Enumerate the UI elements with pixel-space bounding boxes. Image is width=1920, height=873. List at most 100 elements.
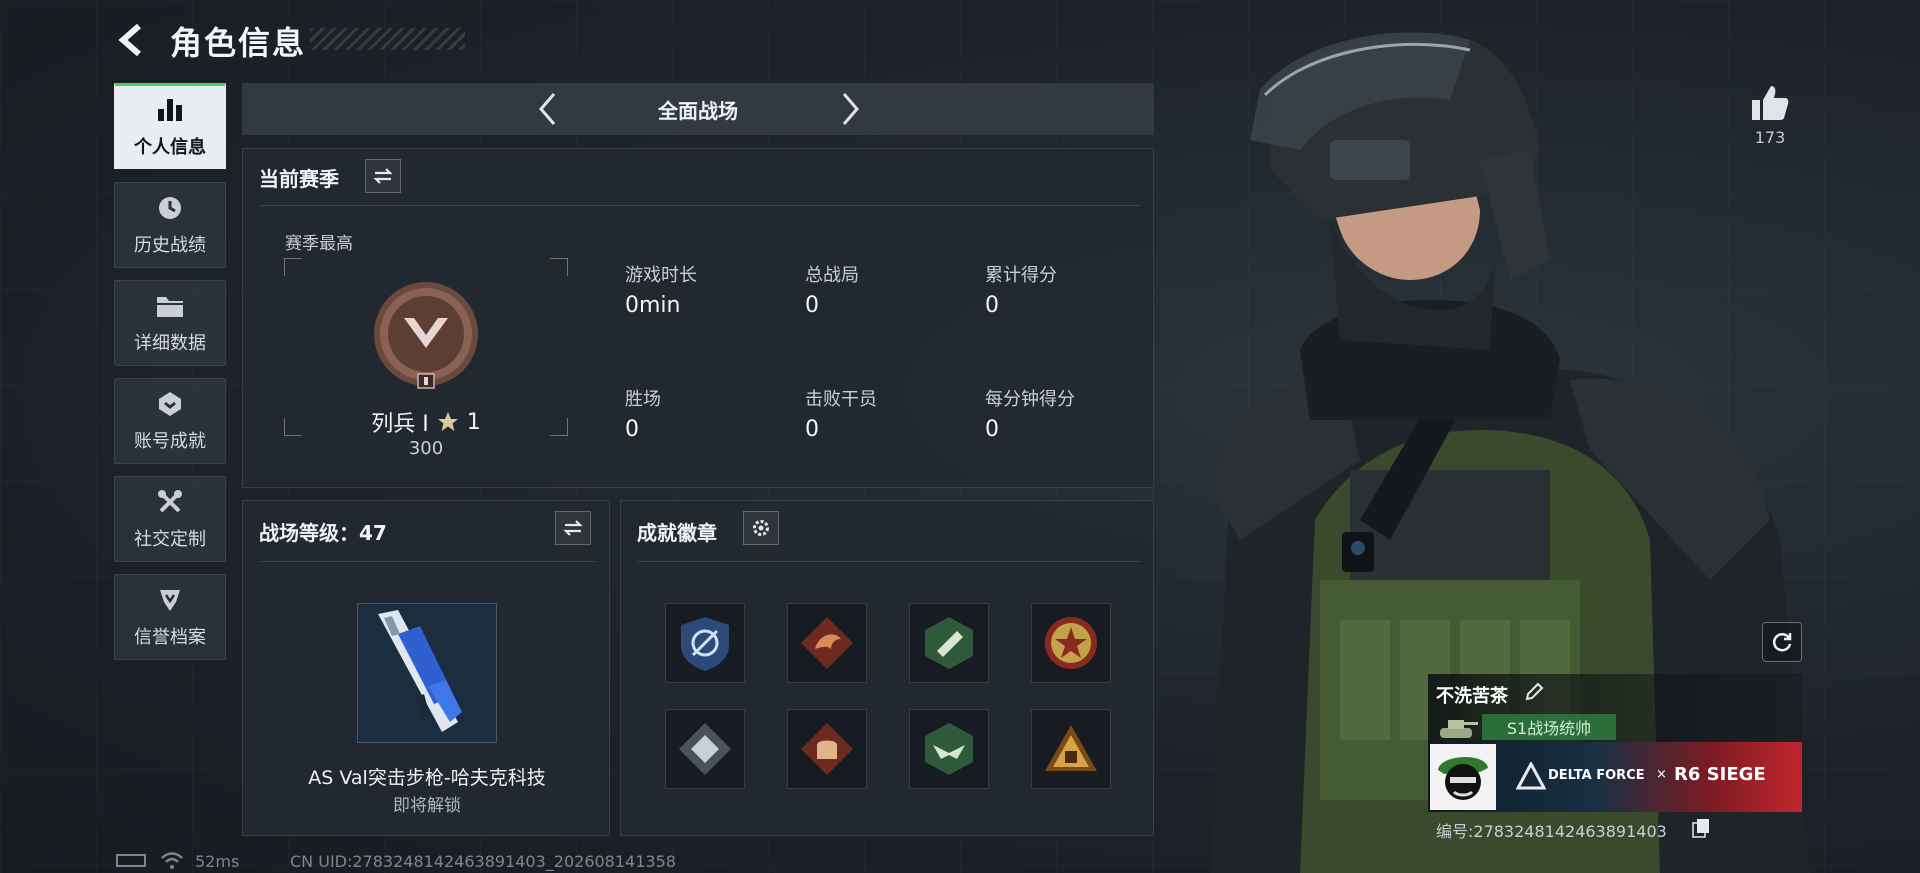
player-banner[interactable]: DELTA FORCE × R6 SIEGE: [1428, 742, 1802, 812]
divider: [259, 561, 597, 562]
frame-corner: [284, 258, 302, 276]
battery-icon: [116, 854, 146, 867]
badges-panel: 成就徽章: [620, 500, 1154, 836]
sidebar-item-label: 历史战绩: [134, 235, 206, 256]
badge-star-medal[interactable]: [1031, 603, 1111, 683]
stat-label: 总战局: [805, 265, 859, 286]
badge-icon: [155, 389, 185, 419]
rank-display: 列兵 Ⅰ 1: [284, 258, 568, 438]
sidebar-item-history[interactable]: 历史战绩: [114, 182, 226, 268]
uid-text: CN UID:2783248142463891403_202608141358: [290, 852, 676, 871]
divider: [637, 561, 1141, 562]
stat-value: 0: [805, 417, 819, 442]
pencil-icon: [1525, 682, 1544, 701]
rifle-icon: [378, 610, 462, 732]
shield-icon: [155, 585, 185, 615]
player-id: 编号:2783248142463891403: [1436, 818, 1667, 842]
stat-label: 累计得分: [985, 265, 1057, 286]
stat-label: 胜场: [625, 389, 661, 410]
badges-heading: 成就徽章: [637, 521, 717, 545]
banner-x: ×: [1656, 767, 1667, 782]
like-count: 173: [1754, 128, 1786, 147]
banner-left-text: DELTA FORCE: [1548, 768, 1645, 783]
tank-icon: [1436, 714, 1478, 740]
sidebar-item-reputation[interactable]: 信誉档案: [114, 574, 226, 660]
sidebar-item-achievements[interactable]: 账号成就: [114, 378, 226, 464]
ping-text: 52ms: [195, 852, 240, 871]
stat-value: 0: [985, 293, 999, 318]
battle-level-switch-button[interactable]: [555, 511, 591, 545]
rank-title: 列兵 Ⅰ 1: [284, 406, 568, 438]
refresh-icon: [1772, 633, 1792, 652]
stat-value: 0: [625, 417, 639, 442]
folder-icon: [155, 291, 185, 321]
stat-value: 0: [805, 293, 819, 318]
badge-eagle-hexagon[interactable]: [909, 709, 989, 789]
like-button[interactable]: [1745, 78, 1795, 128]
player-name-text: 不洗苦茶: [1436, 686, 1508, 707]
title-decoration: [310, 28, 465, 50]
avatar: [1430, 744, 1496, 810]
prev-mode-button[interactable]: [530, 91, 566, 127]
fist-icon: [801, 723, 853, 775]
thumbs-up-icon: [1752, 86, 1789, 120]
bar-chart-icon: [155, 95, 185, 125]
player-id-text: 编号:2783248142463891403: [1436, 822, 1667, 841]
diamond-crest-icon: [679, 723, 731, 775]
dragon-icon: [801, 617, 853, 669]
badge-shield-crest[interactable]: [665, 603, 745, 683]
swap-icon: [563, 520, 583, 536]
mode-selector: 全面战场: [242, 83, 1154, 135]
badge-diamond-crest[interactable]: [665, 709, 745, 789]
wifi-icon: [160, 852, 184, 873]
badge-dragon[interactable]: [787, 603, 867, 683]
copy-icon: [1692, 819, 1709, 838]
sidebar-item-label: 详细数据: [134, 333, 206, 354]
player-card: 不洗苦茶 S1战场统帅 DELTA FORCE × R6 SIEGE 编号:27…: [1428, 674, 1802, 844]
unlock-text: 即将解锁: [393, 796, 461, 816]
delta-force-logo-icon: [1516, 762, 1546, 790]
battle-level-panel: 战场等级：47 AS Val突击步枪-哈夫克科技 即将解锁: [242, 500, 610, 836]
page-title: 角色信息: [170, 24, 307, 62]
sidebar-item-label: 社交定制: [134, 529, 206, 550]
tools-icon: [155, 487, 185, 517]
battle-level-heading: 战场等级：47: [259, 521, 387, 545]
weapon-image[interactable]: [357, 603, 497, 743]
season-switch-button[interactable]: [365, 159, 401, 193]
stat-label: 每分钟得分: [985, 389, 1075, 410]
sidebar-item-detailed-data[interactable]: 详细数据: [114, 280, 226, 366]
sidebar-item-personal-info[interactable]: 个人信息: [114, 83, 226, 169]
sidebar-item-label: 信誉档案: [134, 627, 206, 648]
player-name: 不洗苦茶: [1436, 682, 1508, 708]
stat-value: 0min: [625, 293, 681, 318]
chevron-right-icon: [842, 93, 859, 125]
star-medal-icon: [1045, 617, 1097, 669]
rotate-view-button[interactable]: [1762, 622, 1802, 662]
rank-name: 列兵 Ⅰ: [371, 412, 429, 437]
frame-corner: [550, 258, 568, 276]
badge-settings-button[interactable]: [743, 511, 779, 545]
eagle-hexagon-icon: [925, 723, 973, 775]
swap-icon: [373, 168, 393, 184]
player-title: S1战场统帅: [1482, 714, 1616, 740]
badge-fist[interactable]: [787, 709, 867, 789]
rank-points: 300: [408, 438, 444, 459]
next-mode-button[interactable]: [832, 91, 868, 127]
stat-label: 击败干员: [805, 389, 877, 410]
stat-label: 游戏时长: [625, 265, 697, 286]
season-best-label: 赛季最高: [285, 234, 353, 254]
mode-label: 全面战场: [658, 98, 738, 123]
back-button[interactable]: [112, 20, 152, 60]
sidebar-item-label: 账号成就: [134, 431, 206, 452]
chevron-left-icon: [539, 93, 556, 125]
stat-value: 0: [985, 417, 999, 442]
rank-medal-icon: [372, 282, 480, 390]
rank-stars: 1: [466, 409, 481, 435]
clock-icon: [155, 193, 185, 223]
edit-name-button[interactable]: [1524, 682, 1546, 704]
star-icon: [437, 412, 458, 431]
badge-hexagon-emblem[interactable]: [909, 603, 989, 683]
badge-triangle-emblem[interactable]: [1031, 709, 1111, 789]
copy-id-button[interactable]: [1692, 818, 1710, 838]
sidebar-item-social[interactable]: 社交定制: [114, 476, 226, 562]
